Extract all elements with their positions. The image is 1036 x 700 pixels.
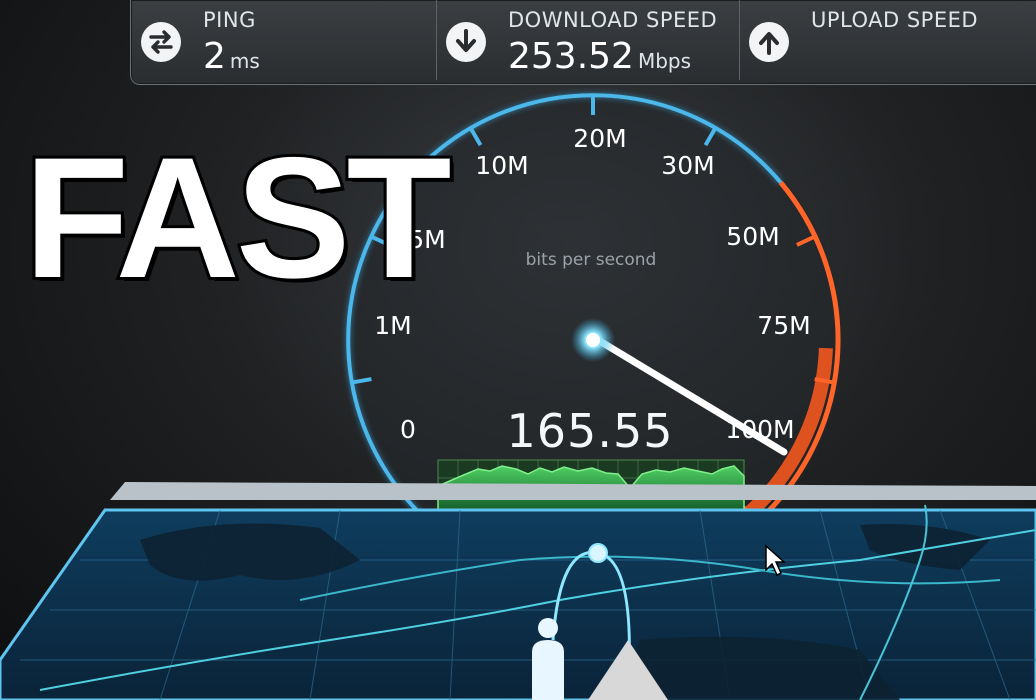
fast-overlay-text: FAST — [21, 122, 455, 314]
platform-rim — [110, 482, 1036, 500]
gauge-tick-label: 50M — [726, 222, 779, 251]
gauge-tick-label: 10M — [475, 151, 528, 180]
gauge-tick-label: 30M — [661, 151, 714, 180]
server-dot — [588, 543, 608, 563]
speedometer-gauge: 01M5M10M20M30M50M75M100M — [0, 90, 1036, 700]
mouse-cursor-icon — [765, 544, 786, 577]
gauge-tick-label: 20M — [573, 124, 626, 153]
gauge-tick-label: 0 — [400, 415, 416, 444]
current-speed-readout: 165.55 — [506, 404, 674, 458]
gauge-tick-label: 75M — [757, 311, 810, 340]
gauge-tick-label: 1M — [374, 311, 411, 340]
gauge-unit-label: bits per second — [525, 250, 657, 270]
